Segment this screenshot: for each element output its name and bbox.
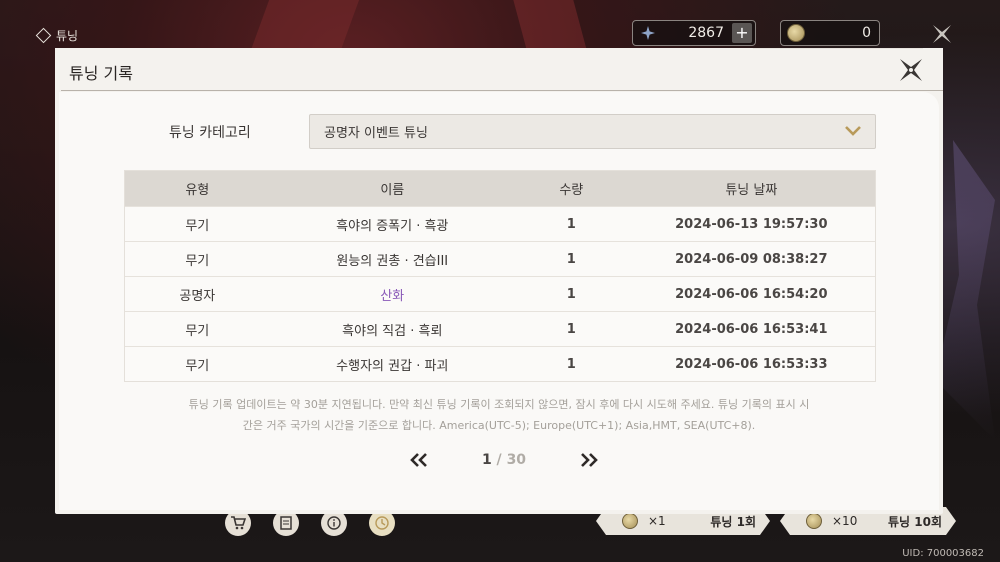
cell-date: 2024-06-06 16:53:33 (675, 356, 828, 372)
table-row: 무기 수행자의 권갑 · 파괴 1 2024-06-06 16:53:33 (125, 346, 875, 381)
tune-1-label: 튜닝 1회 (710, 514, 756, 529)
cell-name: 수행자의 권갑 · 파괴 (336, 358, 449, 374)
add-currency-button[interactable]: + (732, 23, 752, 43)
coin-currency-display: 0 (780, 20, 880, 46)
cell-date: 2024-06-06 16:54:20 (675, 286, 828, 302)
category-selected-value: 공명자 이벤트 튜닝 (324, 126, 428, 141)
star-currency-icon (639, 24, 657, 42)
delay-notice: 튜닝 기록 업데이트는 약 30분 지연됩니다. 만약 최신 튜닝 기록이 조회… (119, 394, 879, 436)
close-icon[interactable] (898, 57, 924, 83)
category-dropdown[interactable]: 공명자 이벤트 튜닝 (309, 114, 876, 149)
modal-body: 튜닝 카테고리 공명자 이벤트 튜닝 유형 이름 수량 튜닝 날짜 무기 흑야의… (59, 92, 939, 510)
column-header-name: 이름 (380, 183, 405, 198)
cell-quantity: 1 (566, 356, 576, 372)
cell-name: 흑야의 직검 · 흑뢰 (342, 323, 443, 339)
current-page: 1 (481, 452, 492, 468)
cell-type: 공명자 (179, 288, 216, 304)
user-id: UID: 700003682 (902, 548, 984, 559)
notice-line: 튜닝 기록 업데이트는 약 30분 지연됩니다. 만약 최신 튜닝 기록이 조회… (188, 398, 810, 411)
cell-quantity: 1 (566, 286, 576, 302)
cell-type: 무기 (185, 358, 210, 374)
table-header: 유형 이름 수량 튜닝 날짜 (125, 171, 875, 206)
coin-currency-amount: 0 (862, 25, 871, 41)
modal-header: 튜닝 기록 (55, 48, 943, 91)
cell-type: 무기 (185, 218, 210, 234)
page-indicator: 1 / 30 (482, 452, 526, 468)
page-separator: / (491, 452, 507, 468)
pagination: 1 / 30 (409, 448, 599, 472)
background-decoration (250, 0, 360, 50)
section-breadcrumb: 튜닝 (35, 27, 79, 44)
column-header-date: 튜닝 날짜 (725, 183, 778, 198)
column-header-type: 유형 (185, 183, 210, 198)
table-row: 무기 원능의 권총 · 견습III 1 2024-06-09 08:38:27 (125, 241, 875, 276)
header-divider (61, 90, 943, 91)
category-label: 튜닝 카테고리 (169, 125, 251, 141)
total-pages: 30 (506, 452, 527, 468)
column-header-quantity: 수량 (559, 183, 584, 198)
cell-quantity: 1 (566, 251, 576, 267)
coin-currency-icon (787, 24, 805, 42)
cell-name-highlighted: 산화 (380, 288, 405, 304)
cell-type: 무기 (185, 253, 210, 269)
cell-name: 흑야의 증폭기 · 흑광 (336, 218, 449, 234)
tune-10-multiplier: ×10 (832, 514, 858, 528)
section-label: 튜닝 (56, 29, 79, 43)
cell-type: 무기 (185, 323, 210, 339)
cell-quantity: 1 (566, 216, 576, 232)
close-icon[interactable] (930, 22, 954, 46)
first-page-icon[interactable] (409, 452, 429, 468)
star-currency-amount: 2867 (688, 25, 724, 41)
coin-icon (806, 513, 822, 529)
cell-date: 2024-06-06 16:53:41 (675, 321, 828, 337)
star-currency-display: 2867 + (632, 20, 756, 46)
cell-name: 원능의 권총 · 견습III (336, 253, 449, 269)
chevron-down-icon (845, 125, 861, 137)
coin-icon (622, 513, 638, 529)
diamond-icon (35, 27, 52, 44)
table-row: 무기 흑야의 증폭기 · 흑광 1 2024-06-13 19:57:30 (125, 206, 875, 241)
cell-date: 2024-06-13 19:57:30 (675, 216, 828, 232)
last-page-icon[interactable] (579, 452, 599, 468)
notice-line: 간은 거주 국가의 시간을 기준으로 합니다. America(UTC-5); … (242, 419, 756, 432)
cell-quantity: 1 (566, 321, 576, 337)
history-table: 유형 이름 수량 튜닝 날짜 무기 흑야의 증폭기 · 흑광 1 2024-06… (124, 170, 876, 382)
tune-1-multiplier: ×1 (648, 514, 666, 528)
table-row: 무기 흑야의 직검 · 흑뢰 1 2024-06-06 16:53:41 (125, 311, 875, 346)
modal-title: 튜닝 기록 (69, 64, 133, 83)
tuning-history-modal: 튜닝 기록 튜닝 카테고리 공명자 이벤트 튜닝 유형 이름 수량 튜닝 날짜 (55, 48, 943, 514)
tune-10-label: 튜닝 10회 (888, 514, 942, 529)
table-row: 공명자 산화 1 2024-06-06 16:54:20 (125, 276, 875, 311)
cell-date: 2024-06-09 08:38:27 (675, 251, 828, 267)
